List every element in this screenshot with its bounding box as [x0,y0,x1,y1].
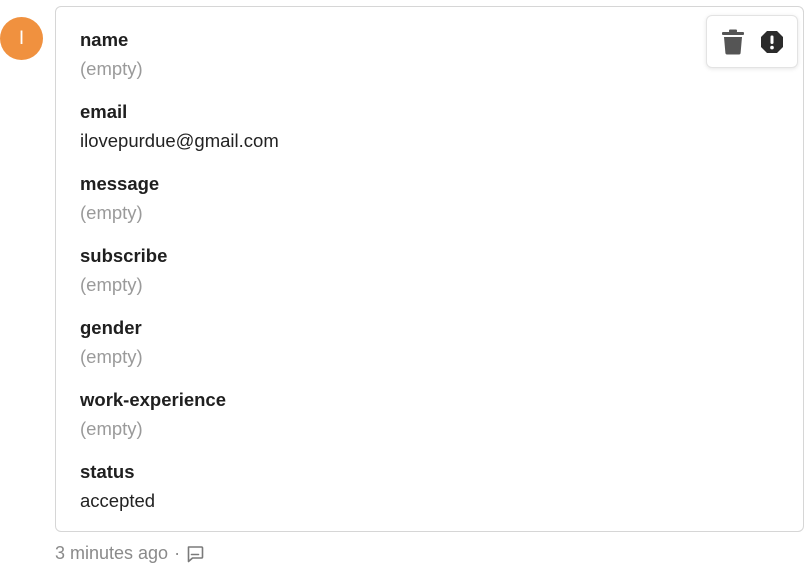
field-value: (empty) [80,202,143,223]
trash-icon [721,29,744,54]
field-list: name (empty) email ilovepurdue@gmail.com… [80,27,279,531]
field-value: accepted [80,490,156,511]
field-status: status accepted [80,459,279,531]
field-message: message (empty) [80,171,279,243]
separator: · [174,543,181,563]
field-label: status [80,461,135,482]
field-value: (empty) [80,58,143,79]
submission-card: name (empty) email ilovepurdue@gmail.com… [55,6,804,532]
delete-button[interactable] [716,25,750,59]
field-value: ilovepurdue@gmail.com [80,130,279,151]
field-name: name (empty) [80,27,279,99]
field-label: work-experience [80,389,227,410]
timestamp: 3 minutes ago [55,543,169,563]
mark-spam-button[interactable] [755,25,789,59]
comment-icon [187,545,204,562]
avatar-initial: I [18,27,25,49]
field-label: message [80,173,160,194]
field-email: email ilovepurdue@gmail.com [80,99,279,171]
field-value: (empty) [80,274,143,295]
field-label: subscribe [80,245,168,266]
avatar: I [0,17,43,60]
field-work-experience: work-experience (empty) [80,387,279,459]
field-value: (empty) [80,418,143,439]
exclamation-icon [760,30,783,53]
field-value: (empty) [80,346,143,367]
action-toolbar [706,15,798,68]
field-subscribe: subscribe (empty) [80,243,279,315]
field-label: name [80,29,129,50]
field-label: gender [80,317,142,338]
submission-footer: 3 minutes ago · [55,543,204,564]
field-gender: gender (empty) [80,315,279,387]
field-label: email [80,101,128,122]
comment-button[interactable] [186,545,204,563]
